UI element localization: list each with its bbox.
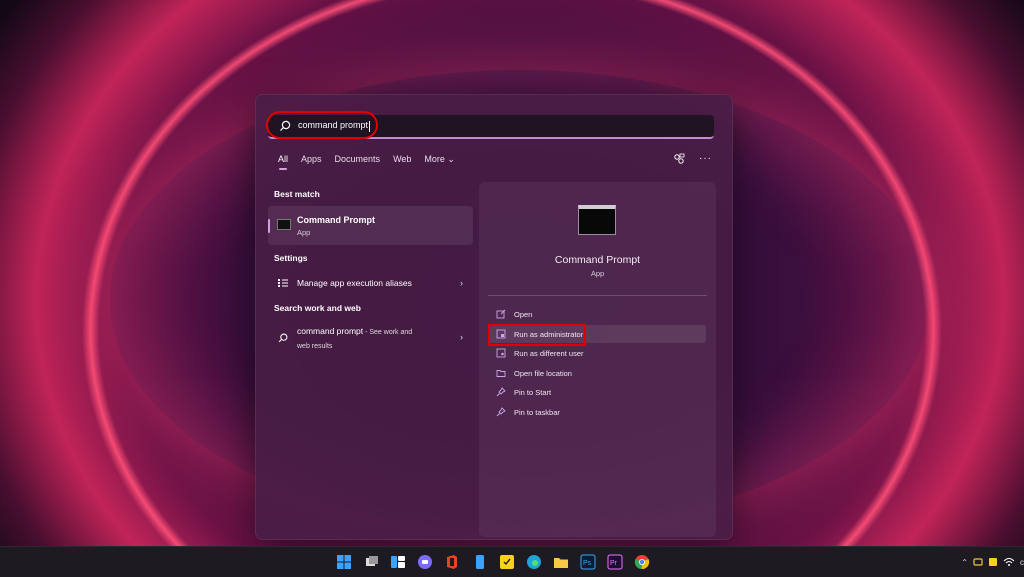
- notes-tray-icon[interactable]: [988, 557, 998, 567]
- action-label: Run as administrator: [514, 329, 584, 339]
- system-tray: ⌃ c: [961, 555, 1024, 569]
- action-open[interactable]: Open: [488, 305, 706, 323]
- folder-icon: [496, 370, 506, 377]
- user-switch-icon: [496, 348, 506, 358]
- chevron-right-icon: ›: [460, 332, 463, 342]
- more-options-icon[interactable]: ···: [699, 154, 712, 164]
- tab-web[interactable]: Web: [393, 154, 411, 165]
- svg-text:Ps: Ps: [583, 560, 592, 567]
- action-run-as-administrator[interactable]: Run as administrator: [488, 325, 706, 343]
- open-external-icon: [496, 309, 506, 319]
- wifi-icon[interactable]: [1003, 557, 1015, 567]
- action-pin-to-taskbar[interactable]: Pin to taskbar: [488, 403, 706, 421]
- action-label: Pin to taskbar: [514, 407, 560, 417]
- header-actions: ···: [673, 153, 712, 165]
- best-match-heading: Best match: [274, 189, 320, 199]
- pin-icon: [496, 407, 506, 417]
- best-match-title: Command Prompt: [297, 215, 376, 225]
- sticky-notes-icon[interactable]: [499, 554, 515, 570]
- action-pin-to-start[interactable]: Pin to Start: [488, 383, 706, 401]
- action-open-file-location[interactable]: Open file location: [488, 364, 706, 382]
- list-settings-icon: [278, 279, 288, 287]
- file-explorer-icon[interactable]: [553, 554, 569, 570]
- search-icon: [280, 120, 291, 131]
- action-label: Run as different user: [514, 348, 584, 358]
- chevron-right-icon: ›: [460, 278, 463, 288]
- office-icon[interactable]: [444, 554, 460, 570]
- edge-icon[interactable]: [526, 554, 542, 570]
- preview-title: Command Prompt: [554, 254, 641, 266]
- best-match-subtitle: App: [297, 228, 311, 237]
- preview-pane: Command Prompt App Open Run as administr…: [479, 182, 716, 537]
- web-search-suffix: - See work and: [363, 329, 413, 336]
- search-icon: [278, 333, 288, 343]
- tab-apps[interactable]: Apps: [301, 154, 322, 165]
- web-search-line2: web results: [297, 343, 333, 350]
- action-run-as-different-user[interactable]: Run as different user: [488, 344, 706, 362]
- selection-indicator: [268, 219, 270, 233]
- search-box[interactable]: command prompt: [268, 115, 714, 139]
- web-search-query: command prompt: [297, 326, 364, 336]
- widgets-icon[interactable]: [390, 554, 406, 570]
- web-search-item[interactable]: command prompt - See work and web result…: [268, 325, 473, 351]
- action-label: Open file location: [514, 368, 572, 378]
- tab-all[interactable]: All: [278, 154, 288, 170]
- start-search-panel: command prompt All Apps Documents Web Mo…: [255, 94, 733, 540]
- filter-tabs: All Apps Documents Web More ⌄: [278, 154, 468, 170]
- preview-subtitle: App: [590, 269, 605, 278]
- action-label: Open: [514, 309, 533, 319]
- settings-item-label: Manage app execution aliases: [297, 278, 412, 288]
- task-view-icon[interactable]: [364, 554, 380, 570]
- svg-text:Pr: Pr: [610, 560, 618, 567]
- command-prompt-icon: [277, 219, 291, 230]
- windows-start-icon[interactable]: [336, 554, 352, 570]
- sync-icon[interactable]: [973, 557, 983, 567]
- divider: [488, 295, 707, 296]
- tab-documents[interactable]: Documents: [335, 154, 381, 165]
- phone-link-icon[interactable]: [472, 554, 488, 570]
- chevron-up-icon[interactable]: ⌃: [961, 558, 968, 567]
- taskbar: Ps Pr ⌃ c: [0, 546, 1024, 577]
- settings-heading: Settings: [274, 253, 308, 263]
- shield-admin-icon: [496, 329, 506, 339]
- share-network-icon[interactable]: [673, 153, 685, 165]
- text-caret: [369, 120, 371, 132]
- action-label: Pin to Start: [514, 387, 552, 397]
- premiere-icon[interactable]: Pr: [607, 554, 623, 570]
- clock-text[interactable]: c: [1020, 558, 1024, 567]
- command-prompt-large-icon: [578, 205, 616, 235]
- photoshop-icon[interactable]: Ps: [580, 554, 596, 570]
- chrome-icon[interactable]: [634, 554, 650, 570]
- best-match-item[interactable]: Command Prompt App: [268, 206, 473, 245]
- pin-icon: [496, 387, 506, 397]
- teams-chat-icon[interactable]: [417, 554, 433, 570]
- tab-more[interactable]: More ⌄: [424, 154, 455, 165]
- search-input[interactable]: command prompt: [298, 120, 371, 132]
- settings-item-app-aliases[interactable]: Manage app execution aliases ›: [268, 275, 473, 291]
- search-web-heading: Search work and web: [274, 303, 361, 313]
